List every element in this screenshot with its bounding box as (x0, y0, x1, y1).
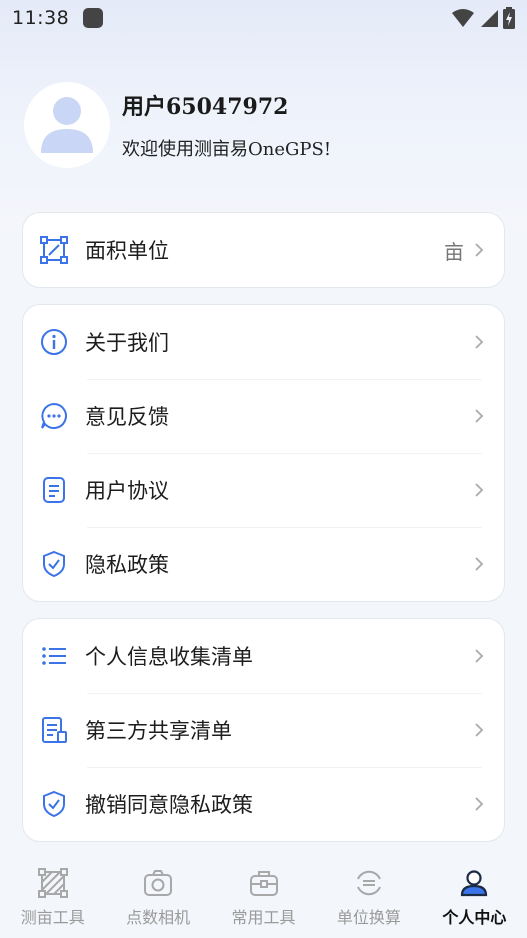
privacy-policy-row[interactable]: 隐私政策 (23, 527, 504, 601)
tab-common-tools-label: 常用工具 (231, 908, 296, 927)
status-time: 11:38 (12, 7, 70, 29)
privacy-policy-label: 隐私政策 (85, 553, 169, 577)
bottom-tab-bar: 测亩工具 点数相机 常用工具 单位换算 个人中心 (0, 856, 527, 938)
document-icon (39, 475, 69, 505)
about-card: 关于我们 意见反馈 用户协议 隐私政策 (22, 304, 505, 602)
chevron-right-icon (474, 646, 488, 666)
revoke-privacy-row[interactable]: 撤销同意隐私政策 (23, 767, 504, 841)
shield-icon (39, 549, 69, 579)
measure-icon (36, 866, 70, 900)
share-list-icon (39, 715, 69, 745)
chevron-right-icon (474, 554, 488, 574)
profile-header[interactable]: 用户65047972 欢迎使用测亩易OneGPS! (24, 80, 331, 170)
welcome-text: 欢迎使用测亩易OneGPS! (122, 139, 332, 160)
third-party-list-label: 第三方共享清单 (85, 719, 232, 743)
tab-count-camera[interactable]: 点数相机 (105, 856, 210, 938)
toolbox-icon (247, 866, 281, 900)
personal-info-list-label: 个人信息收集清单 (85, 645, 253, 669)
personal-info-list-row[interactable]: 个人信息收集清单 (23, 619, 504, 693)
shield-revoke-icon (39, 789, 69, 819)
list-icon (39, 641, 69, 671)
chevron-right-icon (474, 480, 488, 500)
chevron-right-icon (474, 720, 488, 740)
tab-unit-conversion-label: 单位换算 (336, 908, 401, 927)
status-indicators (451, 7, 515, 29)
feedback-icon (39, 401, 69, 431)
tab-count-camera-label: 点数相机 (126, 908, 191, 927)
area-unit-row[interactable]: 面积单位 亩 (23, 213, 504, 287)
tab-unit-conversion[interactable]: 单位换算 (316, 856, 421, 938)
area-unit-card: 面积单位 亩 (22, 212, 505, 288)
avatar[interactable] (24, 82, 110, 168)
info-icon (39, 327, 69, 357)
wifi-icon (452, 9, 474, 27)
tab-personal-center[interactable]: 个人中心 (422, 856, 527, 938)
user-name: 用户65047972 (122, 94, 289, 120)
battery-icon (503, 7, 515, 29)
about-us-label: 关于我们 (85, 331, 169, 355)
feedback-label: 意见反馈 (85, 405, 169, 429)
privacy-lists-card: 个人信息收集清单 第三方共享清单 撤销同意隐私政策 (22, 618, 505, 842)
user-agreement-label: 用户协议 (85, 479, 169, 503)
chevron-right-icon (474, 240, 488, 260)
status-bar: 11:38 (0, 0, 527, 36)
signal-icon (481, 10, 498, 27)
tab-common-tools[interactable]: 常用工具 (211, 856, 316, 938)
feedback-row[interactable]: 意见反馈 (23, 379, 504, 453)
area-unit-icon (39, 235, 69, 265)
chevron-right-icon (474, 406, 488, 426)
camera-icon (141, 866, 175, 900)
chevron-right-icon (474, 332, 488, 352)
about-us-row[interactable]: 关于我们 (23, 305, 504, 379)
default-avatar-icon (41, 97, 93, 153)
third-party-list-row[interactable]: 第三方共享清单 (23, 693, 504, 767)
app-notification-icon (83, 8, 104, 28)
chevron-right-icon (474, 794, 488, 814)
tab-measure-tools-label: 测亩工具 (20, 908, 85, 927)
tab-personal-center-label: 个人中心 (442, 908, 507, 927)
area-unit-value: 亩 (444, 239, 464, 264)
user-agreement-row[interactable]: 用户协议 (23, 453, 504, 527)
area-unit-label: 面积单位 (85, 239, 169, 263)
revoke-privacy-label: 撤销同意隐私政策 (85, 793, 253, 817)
person-icon (457, 866, 491, 900)
tab-measure-tools[interactable]: 测亩工具 (0, 856, 105, 938)
convert-icon (352, 866, 386, 900)
